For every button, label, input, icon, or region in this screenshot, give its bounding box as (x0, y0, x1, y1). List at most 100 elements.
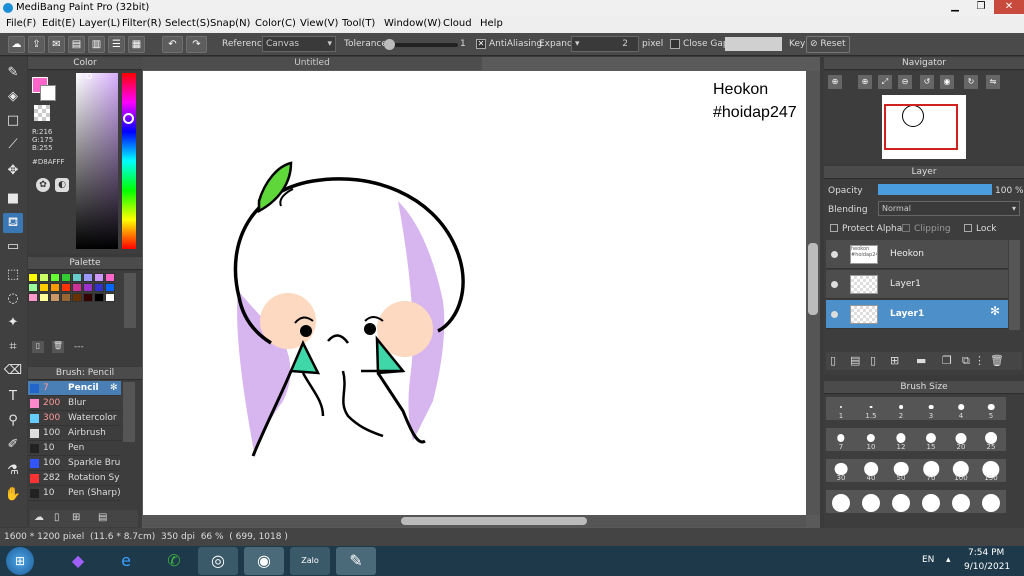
merge-layer-icon[interactable]: ⧉ (962, 354, 970, 368)
medibang-icon[interactable]: ✎ (336, 547, 376, 575)
palette-swatch[interactable] (94, 273, 104, 282)
internet-explorer-icon[interactable]: e (106, 547, 146, 575)
close-button[interactable]: ✕ (994, 0, 1024, 14)
select-eraser-tool-icon[interactable]: ⌫ (3, 361, 23, 381)
palette-swatch[interactable] (105, 283, 115, 292)
dot-tool-icon[interactable]: ⟋ (3, 135, 23, 155)
brush-settings-icon[interactable]: ▤ (98, 512, 107, 523)
visual-studio-icon[interactable]: ◆ (58, 547, 98, 575)
comment-icon[interactable]: ▤ (68, 36, 85, 53)
brush-size-item[interactable]: 30 (826, 459, 856, 482)
layer-row[interactable]: heokon #hoidap247 Heokon (826, 240, 1008, 269)
folder-icon[interactable]: ▬ (916, 354, 926, 367)
brush-size-item[interactable]: 4 (946, 397, 976, 420)
add-brush-icon[interactable]: ⊞ (72, 512, 80, 523)
hand-tool-icon[interactable]: ✋ (3, 485, 23, 505)
reference-select[interactable]: Canvas ▾ (262, 36, 336, 52)
brush-item[interactable]: 200 Blur (28, 396, 121, 411)
palette-scrollbar[interactable] (124, 273, 136, 328)
layer-settings-icon[interactable]: ⋮ (974, 354, 985, 367)
text-tool-icon[interactable]: T (3, 387, 23, 407)
menu-select[interactable]: Select(S) (165, 18, 210, 29)
background-color-swatch[interactable] (40, 85, 56, 101)
eye-icon[interactable] (831, 311, 838, 318)
new-8bit-layer-icon[interactable]: ▯ (870, 354, 876, 367)
saturation-value-square[interactable] (76, 73, 118, 249)
brush-size-item[interactable] (826, 490, 856, 513)
start-button[interactable]: ⊞ (6, 547, 34, 575)
palette-swatch[interactable] (28, 283, 38, 292)
chrome-icon[interactable]: ◎ (198, 547, 238, 575)
maximize-button[interactable]: ❐ (968, 0, 994, 14)
palette-swatch[interactable] (72, 293, 82, 302)
fit-window-icon[interactable]: ⤢ (878, 75, 892, 89)
clock-time[interactable]: 7:54 PM (968, 548, 1004, 558)
menu-view[interactable]: View(V) (300, 18, 338, 29)
hue-slider[interactable] (122, 73, 136, 249)
menu-layer[interactable]: Layer(L) (79, 18, 120, 29)
palette-swatch[interactable] (61, 293, 71, 302)
tolerance-slider[interactable] (384, 39, 458, 50)
fill-rect-tool-icon[interactable]: ■ (3, 189, 23, 209)
zoom-fit-icon[interactable]: ⊕ (828, 75, 842, 89)
palette-swatch[interactable] (83, 273, 93, 282)
navigator-thumbnail[interactable] (882, 95, 966, 159)
brush-item[interactable]: 100Sparkle Brush (28, 456, 121, 471)
language-indicator[interactable]: EN (922, 555, 934, 565)
palette-swatch[interactable] (83, 283, 93, 292)
brush-item[interactable]: 100 Airbrush (28, 426, 121, 441)
eraser-tool-icon[interactable]: ◈ (3, 87, 23, 107)
palette-swatch[interactable] (50, 293, 60, 302)
brush-size-item[interactable]: 15 (916, 428, 946, 451)
brush-size-item[interactable]: 100 (946, 459, 976, 482)
palette-swatch[interactable] (28, 293, 38, 302)
layer-row[interactable]: Layer1 (826, 270, 1008, 299)
brush-scrollbar[interactable] (123, 382, 135, 442)
palette-swatch[interactable] (94, 293, 104, 302)
brush-size-item[interactable] (856, 490, 886, 513)
brush-size-item[interactable]: 70 (916, 459, 946, 482)
opacity-slider[interactable] (878, 184, 992, 195)
hue-handle[interactable] (123, 113, 134, 124)
antialiasing-checkbox[interactable]: ✕ (476, 39, 486, 49)
horizontal-scroll-thumb[interactable] (401, 517, 587, 525)
tray-icon[interactable]: ▴ (946, 555, 951, 565)
lock-checkbox[interactable] (964, 224, 972, 232)
palette-icon[interactable]: ✿ (36, 178, 50, 192)
brush-size-item[interactable]: 150 (976, 459, 1006, 482)
close-gaps-slider[interactable] (725, 37, 782, 51)
palette-swatch[interactable] (28, 273, 38, 282)
layer-scrollbar[interactable] (1009, 240, 1020, 330)
palette-swatch[interactable] (61, 283, 71, 292)
brush-size-item[interactable]: 2 (886, 397, 916, 420)
brush-item[interactable]: 7 Pencil ✻ (28, 381, 121, 396)
rectangle-tool-icon[interactable]: □ (3, 111, 23, 131)
zoom-in-icon[interactable]: ⊕ (858, 75, 872, 89)
rotate-right-icon[interactable]: ↻ (964, 75, 978, 89)
transparent-swatch[interactable] (34, 105, 50, 121)
new-page-icon[interactable]: ▯ (32, 341, 44, 353)
menu-help[interactable]: Help (480, 18, 503, 29)
reset-button[interactable]: ⊘ Reset (806, 36, 850, 53)
brush-item[interactable]: 10 Pen (28, 441, 121, 456)
zalo-icon[interactable]: Zalo (290, 547, 330, 575)
horizontal-scrollbar[interactable] (143, 515, 806, 527)
blending-select[interactable]: Normal ▾ (878, 201, 1020, 216)
brush-size-item[interactable]: 3 (916, 397, 946, 420)
share-icon[interactable]: ⇪ (28, 36, 45, 53)
vertical-scrollbar[interactable] (806, 71, 820, 515)
menu-edit[interactable]: Edit(E) (42, 18, 76, 29)
brush-size-item[interactable]: 40 (856, 459, 886, 482)
new-brush-icon[interactable]: ▯ (54, 512, 60, 523)
clipping-checkbox[interactable] (902, 224, 910, 232)
new-layer-icon[interactable]: ▯ (830, 354, 836, 367)
chat-icon[interactable]: ✉ (48, 36, 65, 53)
zoom-out-icon[interactable]: ⊖ (898, 75, 912, 89)
coccoc-icon[interactable]: ◉ (244, 547, 284, 575)
brush-item[interactable]: 282Rotation Sym (28, 471, 121, 486)
slider-handle[interactable] (384, 39, 395, 50)
brush-size-item[interactable] (886, 490, 916, 513)
new-halftone-layer-icon[interactable]: ▤ (850, 354, 860, 367)
document-icon[interactable]: ▥ (88, 36, 105, 53)
minimize-button[interactable]: ▁ (942, 0, 968, 14)
